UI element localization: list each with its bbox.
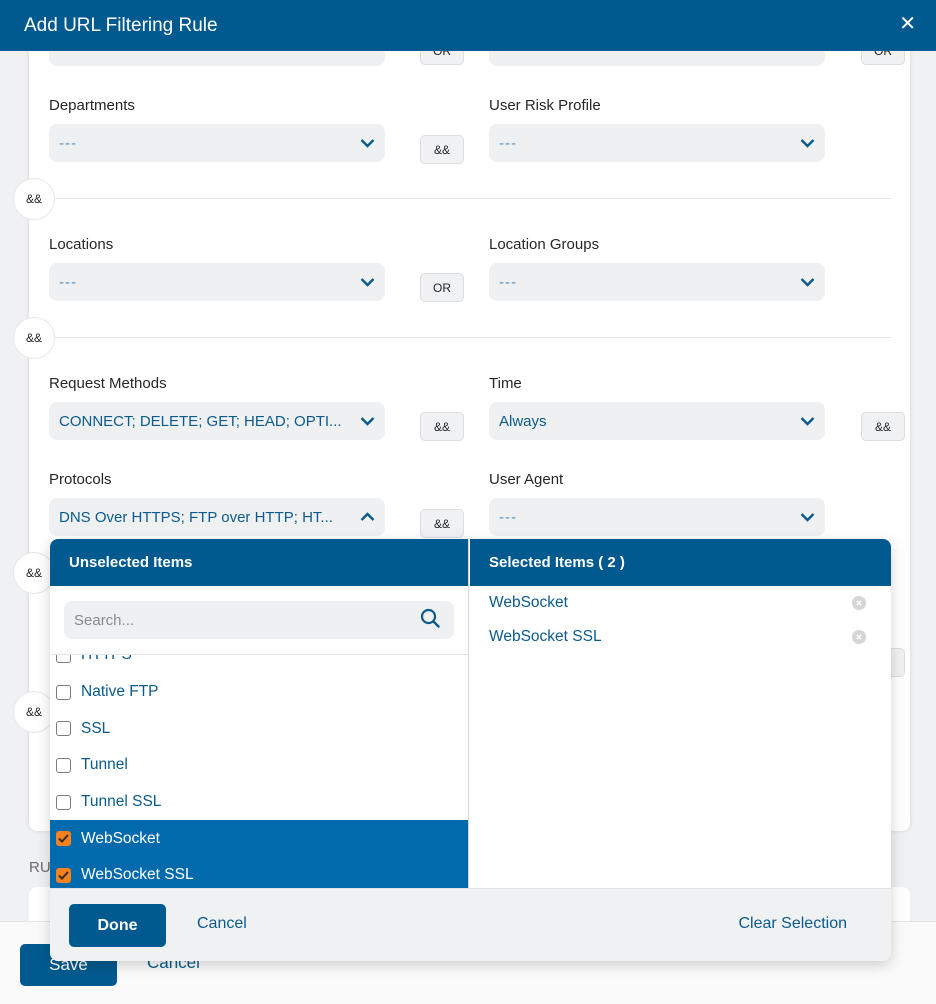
dropdown-cancel-button[interactable]: Cancel [197,915,247,933]
request-methods-select[interactable]: CONNECT; DELETE; GET; HEAD; OPTI... [49,402,385,440]
search-box [64,601,454,639]
dropdown-footer: Done Cancel Clear Selection [50,888,891,961]
protocols-label: Protocols [49,471,112,488]
chevron-down-icon [799,135,815,151]
time-select[interactable]: Always [489,402,825,440]
chevron-down-icon [359,274,375,290]
option-label: Tunnel SSL [81,793,162,811]
request-methods-label: Request Methods [49,375,167,392]
protocol-option[interactable]: WebSocket SSL [50,857,468,888]
departments-label: Departments [49,97,135,114]
time-label: Time [489,375,522,392]
departments-select[interactable]: --- [49,124,385,162]
location-groups-select[interactable]: --- [489,263,825,301]
option-label: HTTPS [81,655,132,664]
section-divider [49,198,891,199]
and-operator-button[interactable]: && [420,135,464,164]
protocols-select[interactable]: DNS Over HTTPS; FTP over HTTP; HT... [49,498,385,536]
and-connector[interactable]: && [13,691,55,733]
search-input[interactable] [74,611,420,629]
checkbox-checked-icon[interactable] [56,867,71,883]
chevron-down-icon [799,509,815,525]
modal-header: Add URL Filtering Rule ✕ [0,0,936,51]
protocol-option[interactable]: HTTPS [50,655,468,674]
selected-list: WebSocket WebSocket SSL [470,586,891,654]
section-label: RU [29,859,51,876]
checkbox-icon[interactable] [56,721,71,737]
locations-select[interactable]: --- [49,263,385,301]
chevron-down-icon [359,135,375,151]
section-divider [49,337,891,338]
chevron-down-icon [799,274,815,290]
and-operator-button[interactable]: && [420,509,464,538]
and-operator-button[interactable]: && [861,412,905,441]
chevron-down-icon [799,413,815,429]
checkbox-icon[interactable] [56,794,71,810]
protocol-option[interactable]: Native FTP [50,674,468,711]
selected-header: Selected Items ( 2 ) [470,539,891,586]
search-icon[interactable] [420,608,440,633]
protocols-dropdown: Unselected Items HTTPS Native FTP SSL Tunne… [50,539,891,961]
or-operator-button[interactable]: OR [861,51,905,65]
top-left-select[interactable] [49,51,385,66]
protocol-option[interactable]: SSL [50,710,468,747]
selected-item-label: WebSocket [489,594,568,611]
checkbox-icon[interactable] [56,757,71,773]
top-right-select[interactable] [489,51,825,66]
locations-label: Locations [49,236,114,253]
remove-icon[interactable] [852,596,866,610]
modal-title: Add URL Filtering Rule [24,14,218,36]
chevron-up-icon [359,509,375,525]
selected-item: WebSocket SSL [470,620,891,654]
unselected-list[interactable]: HTTPS Native FTP SSL Tunnel Tunnel SSL WebSoc… [50,655,468,888]
protocol-option[interactable]: Tunnel SSL [50,784,468,821]
checkbox-icon[interactable] [56,655,71,663]
option-label: Native FTP [81,683,159,701]
remove-icon[interactable] [852,630,866,644]
or-operator-button[interactable]: OR [420,273,464,302]
checkbox-icon[interactable] [56,684,71,700]
user-agent-label: User Agent [489,471,564,488]
protocol-option[interactable]: Tunnel [50,747,468,784]
unselected-panel: Unselected Items HTTPS Native FTP SSL Tunne… [50,539,469,888]
chevron-down-icon [359,413,375,429]
clear-selection-button[interactable]: Clear Selection [739,915,848,933]
selected-item-label: WebSocket SSL [489,628,602,645]
close-icon[interactable]: ✕ [899,14,916,34]
and-connector[interactable]: && [13,178,55,220]
or-operator-button[interactable]: OR [420,51,464,65]
option-label: WebSocket SSL [81,866,194,884]
location-groups-label: Location Groups [489,236,600,253]
option-label: WebSocket [81,829,160,847]
protocol-option[interactable]: WebSocket [50,820,468,858]
unselected-header: Unselected Items [50,539,468,586]
and-connector[interactable]: && [13,552,55,594]
selected-panel: Selected Items ( 2 ) WebSocket WebSocket … [470,539,891,888]
and-operator-button[interactable]: && [420,412,464,441]
user-risk-profile-select[interactable]: --- [489,124,825,162]
user-risk-profile-label: User Risk Profile [489,97,601,114]
user-agent-select[interactable]: --- [489,498,825,536]
checkbox-checked-icon[interactable] [56,831,71,847]
and-connector[interactable]: && [13,317,55,359]
done-button[interactable]: Done [69,904,166,947]
option-label: Tunnel [81,756,128,774]
option-label: SSL [81,719,111,737]
selected-item: WebSocket [470,586,891,620]
